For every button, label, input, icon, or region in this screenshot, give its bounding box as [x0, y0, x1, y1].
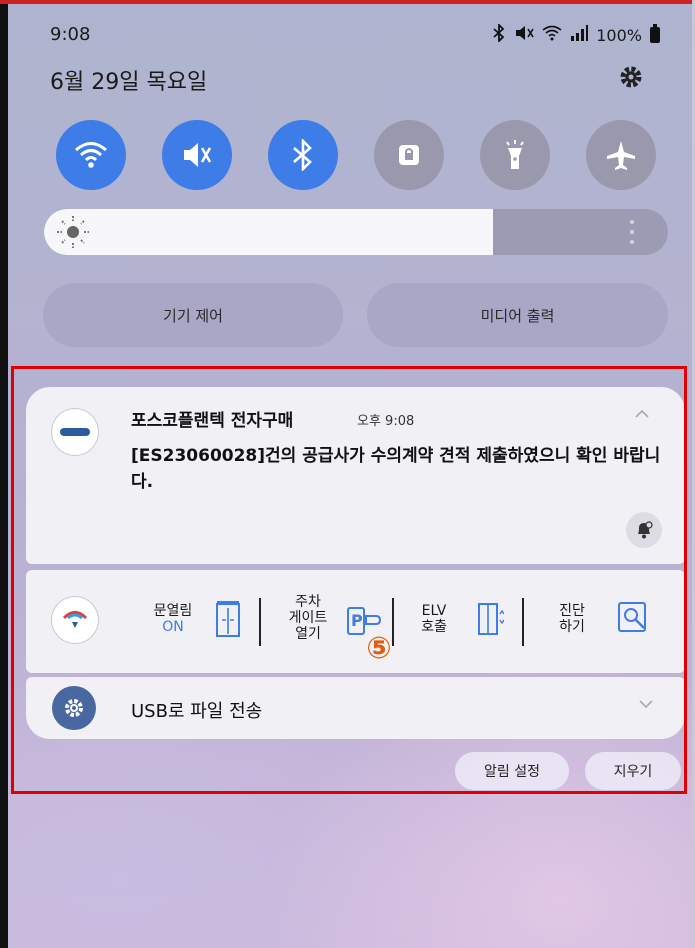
flashlight-icon	[506, 140, 524, 169]
brightness-fill	[44, 209, 494, 255]
status-clock: 9:08	[50, 24, 91, 45]
bluetooth-toggle[interactable]	[268, 120, 338, 190]
top-frame-edge	[0, 0, 695, 4]
more-options-icon[interactable]	[630, 220, 634, 244]
wifi-icon	[75, 142, 107, 168]
device-control-button[interactable]: 기기 제어	[43, 283, 343, 347]
airplane-mode-toggle[interactable]	[586, 120, 656, 190]
quick-settings-row	[56, 120, 656, 192]
flashlight-toggle[interactable]	[480, 120, 550, 190]
date-label: 6월 29일 목요일	[50, 70, 208, 95]
bluetooth-icon	[492, 22, 506, 46]
sound-toggle[interactable]	[162, 120, 232, 190]
status-bar: 9:08 100%	[50, 22, 660, 52]
bluetooth-icon	[293, 139, 312, 171]
mute-icon	[514, 25, 534, 45]
wifi-icon	[542, 25, 562, 45]
left-frame-edge	[0, 0, 8, 948]
status-icons: 100%	[492, 22, 660, 46]
brightness-slider[interactable]	[44, 209, 668, 255]
battery-percent: 100%	[596, 25, 642, 45]
gear-icon[interactable]	[618, 64, 644, 96]
wifi-toggle[interactable]	[56, 120, 126, 190]
lock-icon	[399, 145, 419, 165]
mute-icon	[184, 143, 212, 167]
signal-icon	[570, 25, 589, 45]
battery-icon	[650, 24, 660, 43]
sun-icon	[57, 216, 89, 248]
airplane-icon	[607, 141, 635, 170]
media-output-button[interactable]: 미디어 출력	[367, 283, 668, 347]
highlight-box	[11, 366, 687, 794]
screen-lock-toggle[interactable]	[374, 120, 444, 190]
